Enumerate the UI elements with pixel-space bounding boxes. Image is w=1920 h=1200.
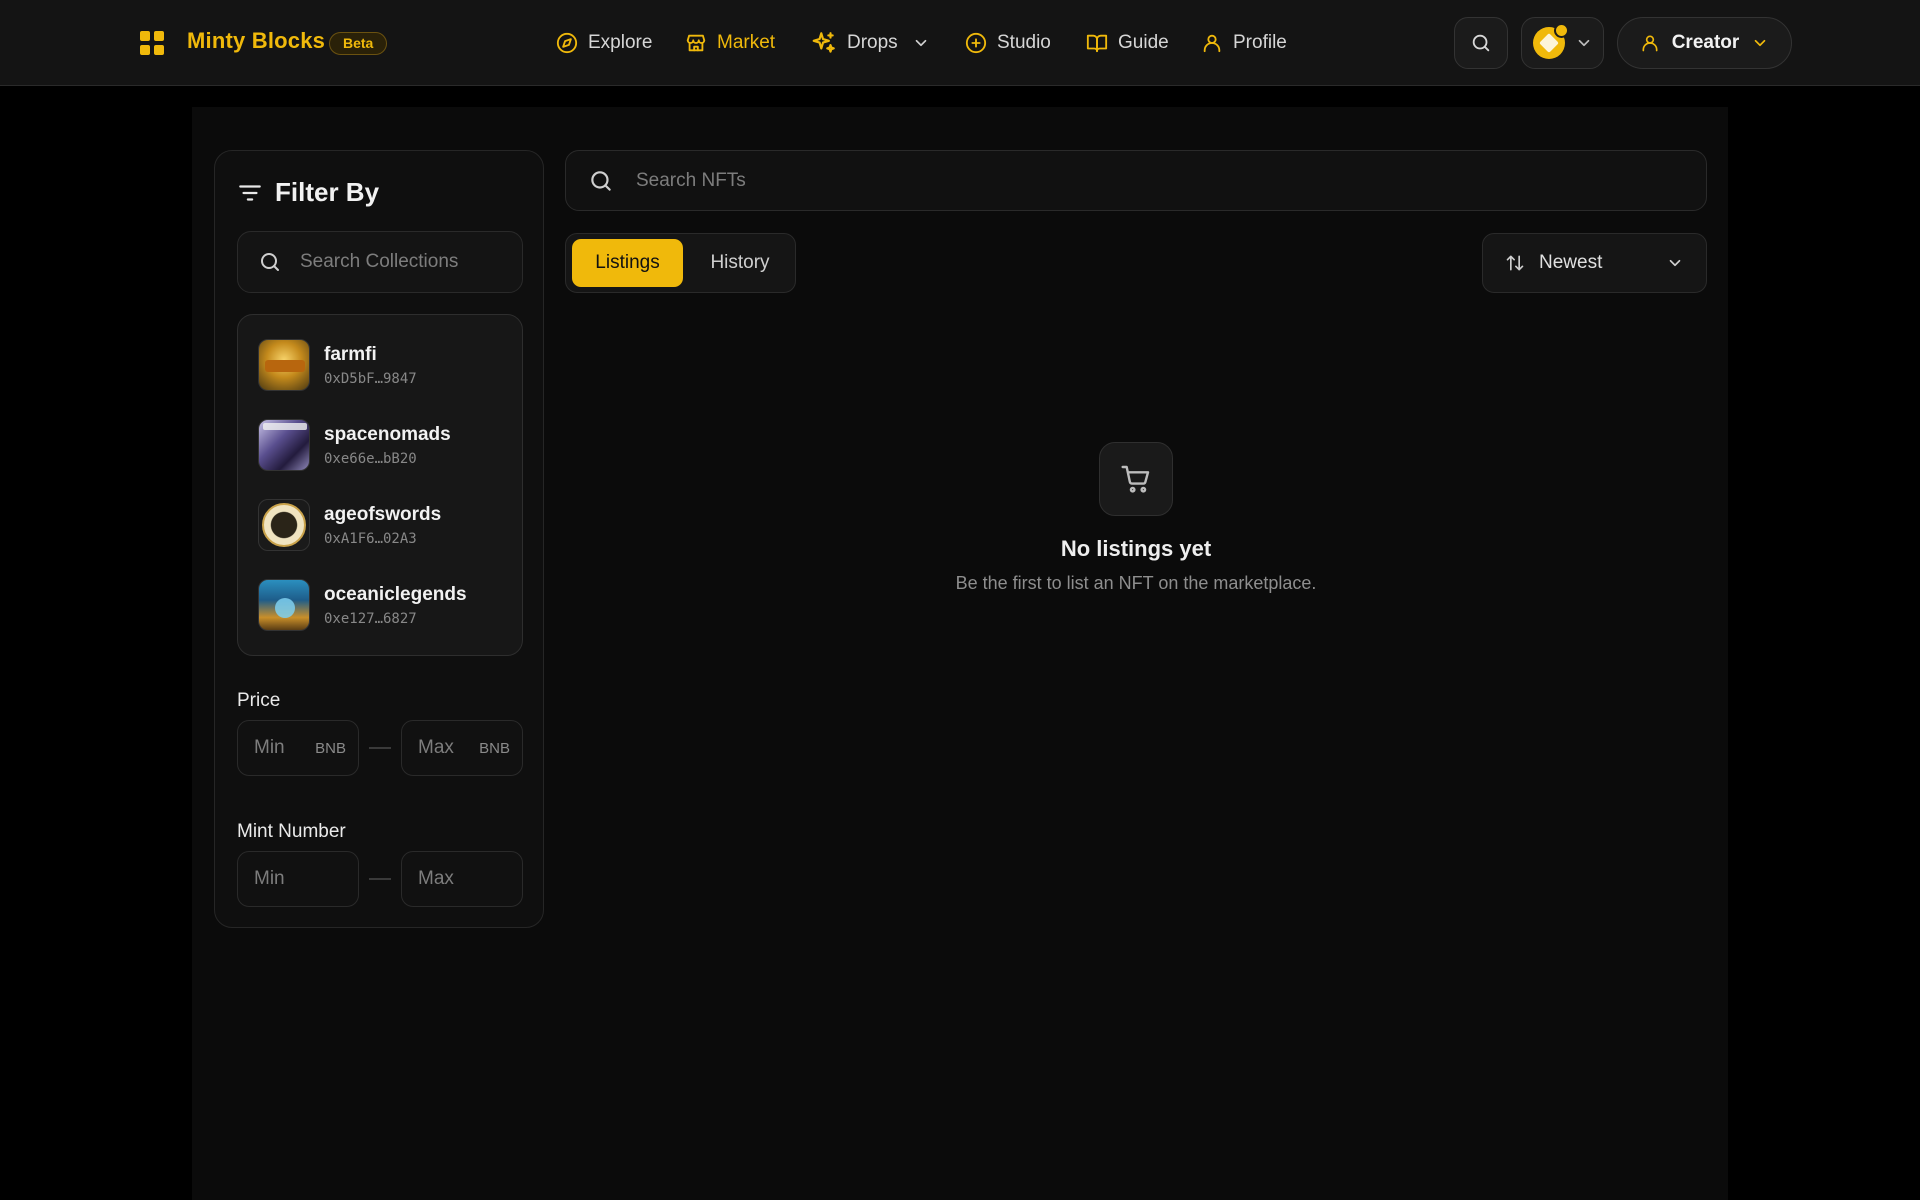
price-max-input[interactable]: [418, 737, 478, 759]
user-icon: [1203, 34, 1221, 53]
creator-label: Creator: [1671, 32, 1740, 53]
book-icon: [1086, 34, 1108, 53]
nav-drops[interactable]: Drops: [811, 0, 930, 86]
filter-sidebar: Filter By farmfi 0xD5bF…9847 spacenomads…: [214, 150, 544, 928]
collection-avatar: [258, 579, 310, 631]
collection-item-spacenomads[interactable]: spacenomads 0xe66e…bB20: [258, 417, 508, 473]
collection-item-farmfi[interactable]: farmfi 0xD5bF…9847: [258, 337, 508, 393]
collection-name: ageofswords: [324, 503, 442, 525]
nft-search[interactable]: [565, 150, 1707, 211]
store-icon: [686, 34, 706, 52]
nav-explore[interactable]: Explore: [556, 0, 652, 86]
creator-menu-button[interactable]: Creator: [1617, 17, 1792, 69]
chevron-down-icon: [915, 39, 927, 47]
mint-max-field[interactable]: [401, 851, 523, 907]
nav-profile[interactable]: Profile: [1201, 0, 1287, 86]
range-separator: [369, 878, 391, 880]
filter-title-text: Filter By: [275, 177, 380, 207]
collection-item-ageofswords[interactable]: ageofswords 0xA1F6…02A3: [258, 497, 508, 553]
collection-address: 0xe66e…bB20: [324, 450, 417, 467]
collection-avatar: [258, 419, 310, 471]
sparkles-icon: [812, 32, 835, 53]
compass-icon: [556, 32, 578, 54]
mint-number-range: [237, 851, 523, 907]
search-icon: [591, 170, 611, 191]
nav-label: Explore: [588, 32, 653, 53]
price-unit: BNB: [479, 739, 510, 757]
cart-icon: [1121, 465, 1150, 493]
grid-logo-icon[interactable]: [140, 31, 164, 55]
nav-label: Drops: [847, 32, 898, 53]
collection-list: farmfi 0xD5bF…9847 spacenomads 0xe66e…bB…: [237, 314, 523, 656]
nft-search-input[interactable]: [636, 169, 1536, 192]
tab-history[interactable]: History: [689, 239, 791, 287]
collection-name: oceaniclegends: [324, 583, 467, 605]
sort-dropdown[interactable]: Newest: [1482, 233, 1707, 293]
nav-label: Profile: [1233, 32, 1287, 53]
empty-state-icon-box: [1099, 442, 1173, 516]
chevron-down-icon: [1578, 39, 1589, 47]
sort-arrows-icon: [1506, 255, 1524, 271]
price-unit: BNB: [315, 739, 346, 757]
nav-guide[interactable]: Guide: [1086, 0, 1169, 86]
filter-lines-icon: [239, 184, 261, 201]
range-separator: [369, 747, 391, 749]
collection-address: 0xA1F6…02A3: [324, 530, 417, 547]
chevron-down-icon: [1669, 259, 1681, 267]
chevron-down-icon: [1754, 39, 1766, 47]
price-min-input[interactable]: [254, 737, 314, 759]
tab-listings[interactable]: Listings: [572, 239, 683, 287]
nav-label: Studio: [997, 32, 1051, 53]
empty-state-subtitle: Be the first to list an NFT on the marke…: [955, 573, 1317, 593]
search-icon: [1472, 34, 1490, 52]
price-range: BNB BNB: [237, 720, 523, 776]
mint-min-input[interactable]: [254, 868, 314, 890]
collection-name: spacenomads: [324, 423, 451, 445]
global-search-button[interactable]: [1454, 17, 1508, 69]
listing-tabs: Listings History: [565, 233, 796, 293]
chain-selector[interactable]: [1521, 17, 1604, 69]
nav-label: Guide: [1118, 32, 1169, 53]
collection-item-oceaniclegends[interactable]: oceaniclegends 0xe127…6827: [258, 577, 508, 633]
brand-name[interactable]: Minty Blocks: [187, 28, 325, 54]
nav-market[interactable]: Market: [685, 0, 775, 86]
user-icon: [1642, 35, 1658, 52]
search-icon: [261, 253, 279, 271]
collection-name: farmfi: [324, 343, 377, 365]
collection-address: 0xe127…6827: [324, 610, 417, 627]
plus-circle-icon: [965, 32, 987, 54]
beta-badge: Beta: [329, 32, 388, 55]
price-max-field[interactable]: BNB: [401, 720, 523, 776]
sort-label: Newest: [1539, 252, 1603, 273]
mint-max-input[interactable]: [418, 868, 478, 890]
empty-state-title: No listings yet: [1060, 536, 1212, 561]
bnb-coin-icon: [1532, 23, 1569, 59]
mint-number-label: Mint Number: [237, 821, 346, 842]
price-min-field[interactable]: BNB: [237, 720, 359, 776]
filter-title: Filter By: [237, 177, 379, 208]
price-label: Price: [237, 690, 281, 711]
collection-search-input[interactable]: [300, 251, 500, 273]
collection-avatar: [258, 339, 310, 391]
top-bar: Minty Blocks Beta Explore Market Drops S…: [0, 0, 1920, 86]
nav-label: Market: [717, 32, 776, 53]
collection-search[interactable]: [237, 231, 523, 293]
nav-studio[interactable]: Studio: [965, 0, 1051, 86]
collection-address: 0xD5bF…9847: [324, 370, 417, 387]
mint-min-field[interactable]: [237, 851, 359, 907]
collection-avatar: [258, 499, 310, 551]
